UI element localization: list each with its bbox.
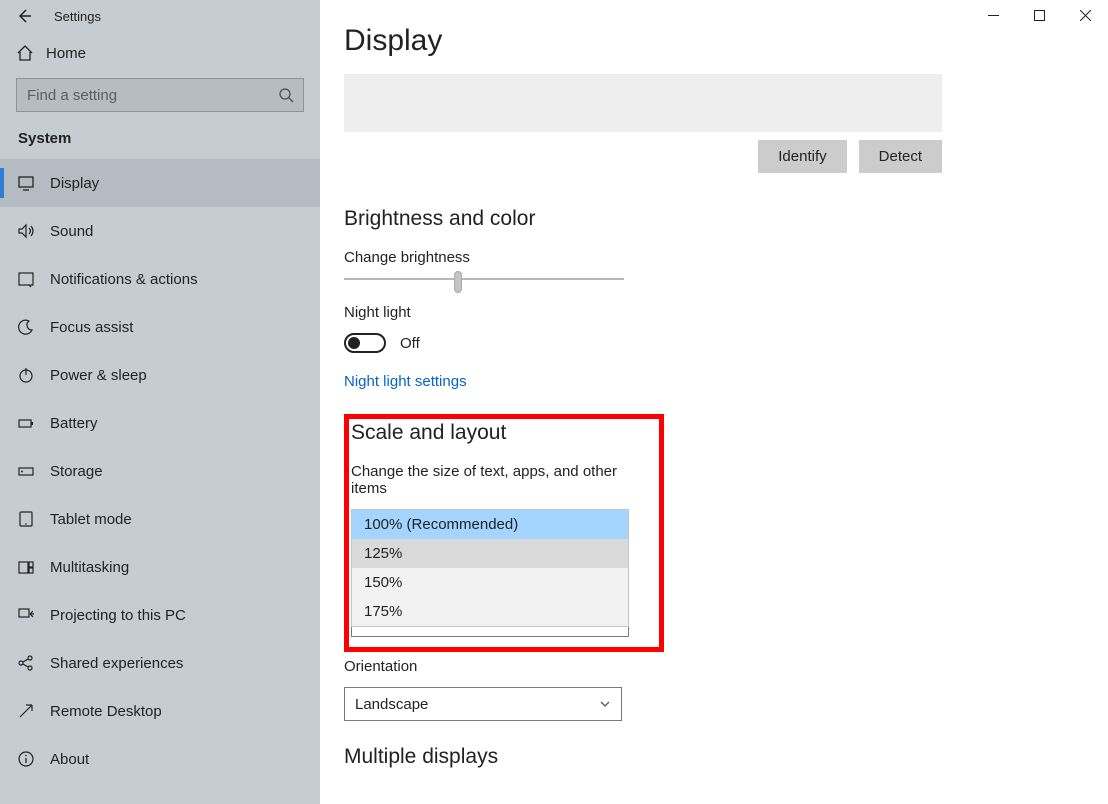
sidebar-item-label: Storage <box>50 463 103 480</box>
close-button[interactable] <box>1062 0 1108 30</box>
sidebar-item-label: Focus assist <box>50 319 133 336</box>
info-icon <box>16 749 36 769</box>
chevron-down-icon <box>599 698 611 710</box>
night-light-state: Off <box>400 335 420 352</box>
sidebar-item-storage[interactable]: Storage <box>0 447 320 495</box>
share-icon <box>16 653 36 673</box>
scale-heading: Scale and layout <box>351 421 655 445</box>
speaker-icon <box>16 221 36 241</box>
scale-label: Change the size of text, apps, and other… <box>351 463 655 497</box>
orientation-value: Landscape <box>355 696 428 713</box>
identify-button[interactable]: Identify <box>758 140 846 173</box>
power-icon <box>16 365 36 385</box>
sidebar-item-label: Multitasking <box>50 559 129 576</box>
brightness-label: Change brightness <box>344 249 1108 266</box>
night-light-label: Night light <box>344 304 1108 321</box>
sidebar-item-battery[interactable]: Battery <box>0 399 320 447</box>
sidebar-section-header: System <box>0 130 320 159</box>
monitor-preview <box>344 74 942 132</box>
sidebar-item-label: Sound <box>50 223 93 240</box>
sidebar-item-shared[interactable]: Shared experiences <box>0 639 320 687</box>
multitask-icon <box>16 557 36 577</box>
sidebar-item-about[interactable]: About <box>0 735 320 783</box>
app-title: Settings <box>54 9 101 24</box>
sidebar-item-label: Shared experiences <box>50 655 183 672</box>
sidebar-item-label: Remote Desktop <box>50 703 162 720</box>
sidebar-home[interactable]: Home <box>0 32 320 72</box>
close-icon <box>1080 10 1091 21</box>
back-arrow-icon <box>16 8 32 24</box>
titlebar: Settings <box>0 0 320 32</box>
brightness-slider[interactable] <box>344 278 624 280</box>
sidebar-item-power[interactable]: Power & sleep <box>0 351 320 399</box>
sidebar-item-remote[interactable]: Remote Desktop <box>0 687 320 735</box>
night-light-row: Off <box>344 333 1108 353</box>
scale-option-175[interactable]: 175% <box>352 597 628 626</box>
orientation-select[interactable]: Landscape <box>344 687 622 721</box>
display-button-row: Identify Detect <box>344 140 942 173</box>
remote-icon <box>16 701 36 721</box>
scale-highlight-box: Scale and layout Change the size of text… <box>344 414 664 652</box>
sidebar-item-label: Notifications & actions <box>50 271 198 288</box>
orientation-label: Orientation <box>344 658 1108 675</box>
search-wrap <box>16 78 304 112</box>
window-controls <box>970 0 1108 30</box>
minimize-button[interactable] <box>970 0 1016 30</box>
sidebar-home-label: Home <box>46 45 86 62</box>
toggle-knob <box>348 337 360 349</box>
search-input[interactable] <box>16 78 304 112</box>
sidebar-nav: Display Sound Notifications & actions Fo… <box>0 159 320 783</box>
scale-dropdown-open[interactable]: 100% (Recommended) 125% 150% 175% <box>351 509 629 627</box>
multiple-displays-heading: Multiple displays <box>344 745 1108 769</box>
notification-icon <box>16 269 36 289</box>
brightness-slider-thumb[interactable] <box>454 271 462 293</box>
sidebar-item-label: Display <box>50 175 99 192</box>
back-button[interactable] <box>14 6 34 26</box>
sidebar-item-notifications[interactable]: Notifications & actions <box>0 255 320 303</box>
sidebar-item-projecting[interactable]: Projecting to this PC <box>0 591 320 639</box>
maximize-button[interactable] <box>1016 0 1062 30</box>
sidebar-item-label: Battery <box>50 415 98 432</box>
scale-option-100[interactable]: 100% (Recommended) <box>352 510 628 539</box>
detect-button[interactable]: Detect <box>859 140 942 173</box>
brightness-heading: Brightness and color <box>344 207 1108 231</box>
battery-icon <box>16 413 36 433</box>
project-icon <box>16 605 36 625</box>
storage-icon <box>16 461 36 481</box>
sidebar-item-label: Projecting to this PC <box>50 607 186 624</box>
sidebar-item-sound[interactable]: Sound <box>0 207 320 255</box>
scale-option-150[interactable]: 150% <box>352 568 628 597</box>
sidebar-item-multitasking[interactable]: Multitasking <box>0 543 320 591</box>
maximize-icon <box>1034 10 1045 21</box>
monitor-icon <box>16 173 36 193</box>
sidebar-item-label: Power & sleep <box>50 367 147 384</box>
sidebar-item-focus-assist[interactable]: Focus assist <box>0 303 320 351</box>
scale-option-125[interactable]: 125% <box>352 539 628 568</box>
night-light-toggle[interactable] <box>344 333 386 353</box>
sidebar-item-label: About <box>50 751 89 768</box>
scale-dropdown-underlay <box>351 627 629 637</box>
minimize-icon <box>988 10 999 21</box>
tablet-icon <box>16 509 36 529</box>
moon-icon <box>16 317 36 337</box>
main: Display Identify Detect Brightness and c… <box>320 0 1108 804</box>
home-icon <box>16 44 34 62</box>
sidebar-item-label: Tablet mode <box>50 511 132 528</box>
sidebar-item-display[interactable]: Display <box>0 159 320 207</box>
sidebar: Settings Home System Display Sound Notif… <box>0 0 320 804</box>
content: Display Identify Detect Brightness and c… <box>320 0 1108 769</box>
night-light-settings-link[interactable]: Night light settings <box>344 373 467 390</box>
sidebar-item-tablet[interactable]: Tablet mode <box>0 495 320 543</box>
